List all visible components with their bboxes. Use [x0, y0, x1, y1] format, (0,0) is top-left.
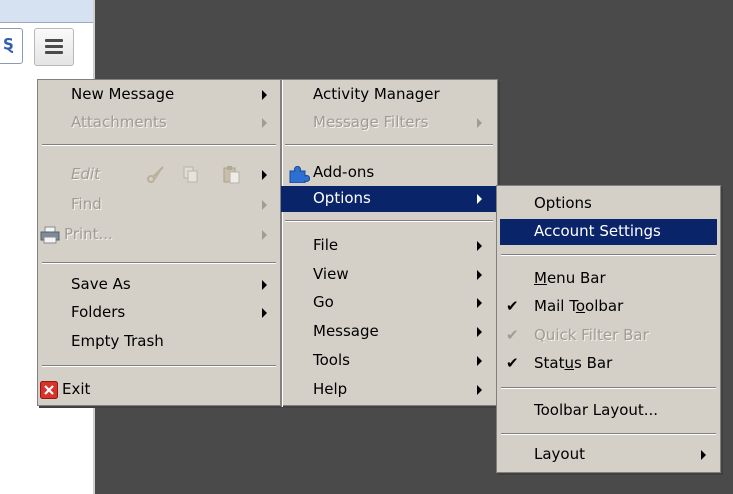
- menu-item-label: Find: [71, 195, 102, 213]
- menu-item-message[interactable]: Message: [281, 319, 497, 345]
- menu-item-label: Account Settings: [534, 222, 661, 240]
- menu-item-menu-bar[interactable]: Menu Bar: [497, 266, 720, 292]
- menu-item-layout[interactable]: Layout: [497, 442, 720, 468]
- options-submenu: Options Account Settings Menu Bar ✔ Mail…: [496, 185, 721, 473]
- menu-item-activity-manager[interactable]: Activity Manager: [281, 82, 497, 108]
- menu-item-account-settings[interactable]: Account Settings: [500, 219, 717, 245]
- app-menu-secondary-column: Activity Manager Message Filters Add-ons…: [281, 79, 498, 407]
- menu-item-new-message[interactable]: New Message: [38, 82, 280, 108]
- exit-icon: [40, 381, 58, 399]
- submenu-arrow-icon: [262, 200, 267, 210]
- menu-item-go[interactable]: Go: [281, 290, 497, 316]
- menu-item-label: Activity Manager: [313, 85, 440, 103]
- menu-separator: [501, 254, 716, 256]
- menu-item-label: Go: [313, 293, 334, 311]
- menu-item-label: Mail Toolbar: [534, 297, 624, 315]
- menu-separator: [501, 433, 716, 435]
- menu-item-label: Status Bar: [534, 354, 613, 372]
- menu-item-file[interactable]: File: [281, 233, 497, 259]
- submenu-arrow-icon: [477, 298, 482, 308]
- submenu-arrow-icon: [262, 118, 267, 128]
- copy-icon: [183, 166, 198, 183]
- submenu-arrow-icon: [262, 230, 267, 240]
- menu-item-label: Save As: [71, 275, 131, 293]
- menu-item-label: Quick Filter Bar: [534, 326, 649, 344]
- submenu-arrow-icon: [477, 385, 482, 395]
- submenu-arrow-icon: [477, 241, 482, 251]
- puzzle-piece-icon: [289, 165, 310, 183]
- menu-item-label: Exit: [62, 380, 91, 398]
- hamburger-icon: [45, 39, 63, 42]
- submenu-arrow-icon: [477, 327, 482, 337]
- window-toolbar-strip: [0, 0, 95, 23]
- menu-item-mail-toolbar[interactable]: ✔ Mail Toolbar: [497, 294, 720, 320]
- menu-item-label: Message: [313, 322, 379, 340]
- checkmark-icon: ✔: [506, 297, 519, 315]
- cut-icon: [147, 166, 164, 183]
- submenu-arrow-icon: [701, 450, 706, 460]
- submenu-arrow-icon: [262, 280, 267, 290]
- menu-item-label: File: [313, 236, 339, 254]
- menu-item-view[interactable]: View: [281, 262, 497, 288]
- submenu-arrow-icon: [477, 194, 482, 204]
- menu-item-quick-filter-bar[interactable]: ✔ Quick Filter Bar: [497, 323, 720, 349]
- menu-separator: [42, 144, 276, 146]
- menu-item-options[interactable]: Options: [281, 186, 497, 212]
- menu-item-label: Menu Bar: [534, 269, 606, 287]
- menu-separator: [285, 144, 493, 146]
- checkmark-icon: ✔: [506, 354, 519, 372]
- menu-item-label: New Message: [71, 85, 175, 103]
- hamburger-icon: [45, 45, 63, 48]
- search-input[interactable]: Ȿ: [0, 28, 23, 64]
- menu-item-status-bar[interactable]: ✔ Status Bar: [497, 351, 720, 377]
- submenu-arrow-icon: [262, 90, 267, 100]
- menu-item-label: Tools: [313, 351, 350, 369]
- app-menu-button[interactable]: [34, 28, 74, 66]
- menu-item-attachments[interactable]: Attachments: [38, 110, 280, 136]
- menu-separator: [285, 220, 493, 222]
- hamburger-icon: [45, 51, 63, 54]
- menu-item-label: Print...: [64, 225, 113, 243]
- submenu-arrow-icon: [477, 118, 482, 128]
- menu-item-label: Toolbar Layout...: [534, 401, 659, 419]
- submenu-arrow-icon: [262, 308, 267, 318]
- menu-item-message-filters[interactable]: Message Filters: [281, 110, 497, 136]
- submenu-arrow-icon: [262, 170, 267, 180]
- menu-item-help[interactable]: Help: [281, 377, 497, 403]
- menu-item-label: Folders: [71, 303, 126, 321]
- menu-item-toolbar-layout[interactable]: Toolbar Layout...: [497, 398, 720, 424]
- menu-item-label: Help: [313, 380, 348, 398]
- submenu-arrow-icon: [477, 270, 482, 280]
- menu-item-label: Message Filters: [313, 113, 429, 131]
- menu-item-folders[interactable]: Folders: [38, 300, 280, 326]
- menu-item-options-dialog[interactable]: Options: [497, 191, 720, 217]
- menu-separator: [42, 365, 276, 367]
- menu-item-label: Empty Trash: [71, 332, 164, 350]
- menu-item-label: Attachments: [71, 113, 167, 131]
- menu-item-print[interactable]: Print...: [38, 222, 280, 248]
- menu-item-label: View: [313, 265, 349, 283]
- app-menu: New Message Attachments Edit Find Print.…: [37, 79, 281, 406]
- search-icon: Ȿ: [3, 35, 14, 53]
- menu-item-tools[interactable]: Tools: [281, 348, 497, 374]
- menu-item-empty-trash[interactable]: Empty Trash: [38, 329, 280, 355]
- menu-item-find[interactable]: Find: [38, 192, 280, 218]
- menu-item-exit[interactable]: Exit: [38, 377, 280, 403]
- menu-item-label: Options: [534, 194, 592, 212]
- menu-item-save-as[interactable]: Save As: [38, 272, 280, 298]
- paste-icon: [223, 166, 240, 184]
- submenu-arrow-icon: [477, 356, 482, 366]
- menu-item-add-ons[interactable]: Add-ons: [281, 160, 497, 186]
- menu-item-edit[interactable]: Edit: [38, 162, 280, 188]
- menu-item-label: Edit: [71, 165, 101, 183]
- menu-item-label: Options: [313, 189, 371, 207]
- menu-item-label: Layout: [534, 445, 585, 463]
- menu-separator: [42, 262, 276, 264]
- menu-item-label: Add-ons: [313, 163, 375, 181]
- menu-separator: [501, 387, 716, 389]
- checkmark-icon: ✔: [506, 326, 519, 344]
- printer-icon: [40, 226, 60, 244]
